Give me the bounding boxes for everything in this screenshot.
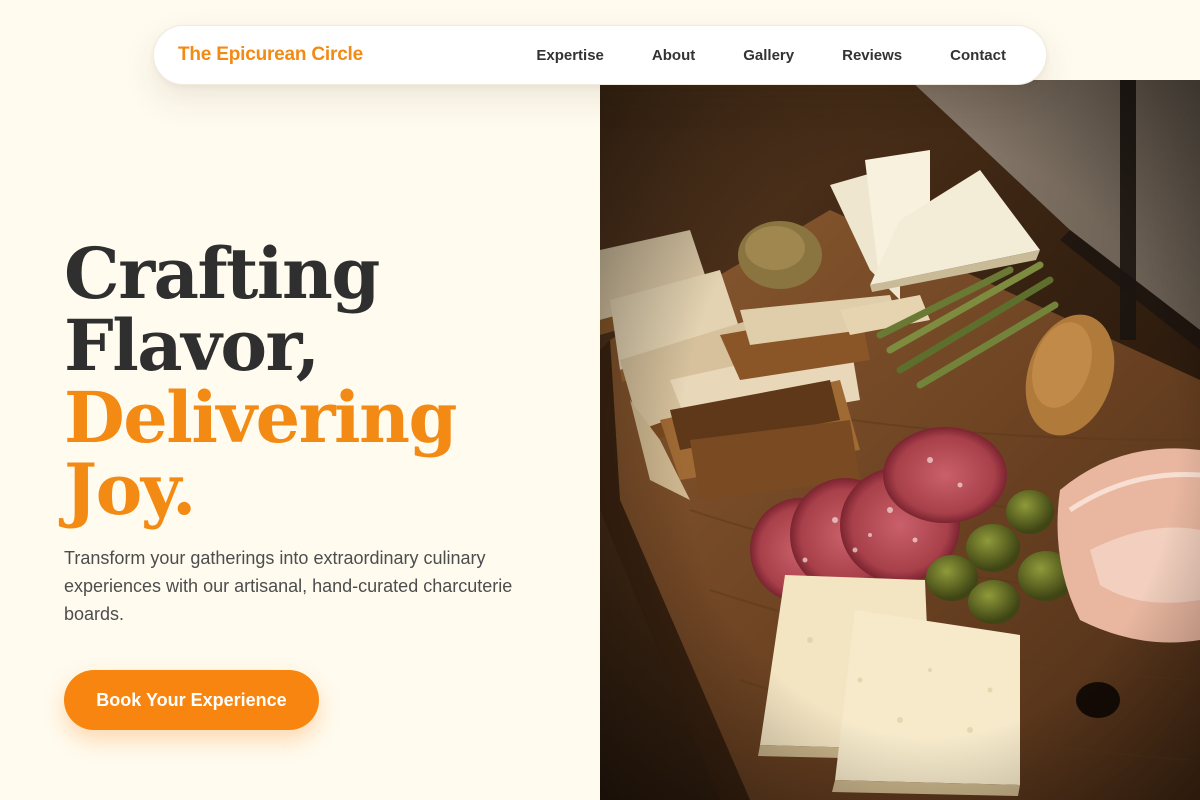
nav-link-about[interactable]: About [636,39,711,72]
nav-link-gallery[interactable]: Gallery [727,39,810,72]
nav-link-expertise[interactable]: Expertise [520,39,620,72]
hero-headline: Crafting Flavor, Delivering Joy. [64,238,564,526]
charcuterie-board-image [600,80,1200,800]
page: The Epicurean Circle Expertise About Gal… [0,0,1200,800]
headline-line-2: Flavor, [64,304,320,387]
nav-link-contact[interactable]: Contact [934,39,1022,72]
nav-link-reviews[interactable]: Reviews [826,39,918,72]
nav-links: Expertise About Gallery Reviews Contact [520,39,1022,72]
headline-line-4: Joy. [64,448,196,531]
book-experience-button[interactable]: Book Your Experience [64,670,319,730]
headline-line-3: Delivering [64,376,457,459]
brand-logo[interactable]: The Epicurean Circle [178,44,363,66]
hero-subtitle: Transform your gatherings into extraordi… [64,548,513,624]
hero-section: Crafting Flavor, Delivering Joy. Transfo… [64,238,564,628]
navbar: The Epicurean Circle Expertise About Gal… [153,25,1047,85]
headline-line-1: Crafting [64,232,380,315]
